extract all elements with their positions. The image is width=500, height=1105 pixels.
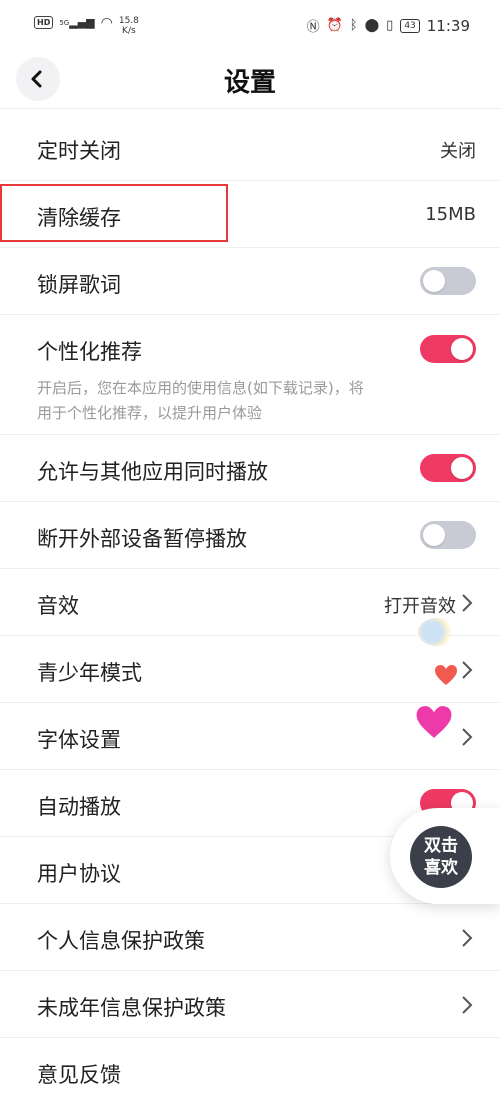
row-label: 音效 [37, 594, 79, 618]
bubble-decoration [418, 618, 454, 646]
wifi-icon: ◠ [100, 15, 113, 31]
row-label: 未成年信息保护政策 [37, 996, 226, 1020]
row-timer-off[interactable]: 定时关闭 关闭 [0, 114, 500, 181]
signal-icon: 5G▂▄▆ [59, 16, 95, 29]
row-teen-mode[interactable]: 青少年模式 [0, 636, 500, 703]
row-label: 字体设置 [37, 728, 121, 752]
row-label: 个性化推荐 [37, 340, 142, 364]
lockscreen-lyrics-toggle[interactable] [420, 267, 476, 295]
heart-icon [416, 706, 452, 738]
page-header: 设置 [0, 50, 500, 109]
hd-badge: HD [34, 16, 54, 29]
location-icon: ⬤ [364, 18, 380, 33]
concurrent-playback-toggle[interactable] [420, 454, 476, 482]
like-badge-line1: 双击 [424, 836, 458, 856]
toggle-knob [451, 338, 473, 360]
row-label: 定时关闭 [37, 139, 121, 163]
heart-icon [435, 665, 457, 685]
row-personalized-recommend: 个性化推荐 开启后，您在本应用的使用信息(如下载记录)，将用于个性化推荐，以提升… [0, 315, 500, 435]
toggle-knob [423, 270, 445, 292]
row-value: 关闭 [440, 141, 476, 162]
personalized-recommend-toggle[interactable] [420, 335, 476, 363]
chevron-right-icon [462, 594, 473, 612]
signal-label: 5G [59, 19, 70, 27]
toggle-knob [451, 457, 473, 479]
row-label: 允许与其他应用同时播放 [37, 460, 268, 484]
row-feedback[interactable]: 意见反馈 [0, 1038, 500, 1105]
row-disconnect-pause: 断开外部设备暂停播放 [0, 502, 500, 569]
row-label: 青少年模式 [37, 661, 142, 685]
row-label: 自动播放 [37, 795, 121, 819]
row-concurrent-playback: 允许与其他应用同时播放 [0, 435, 500, 502]
row-minor-privacy-policy[interactable]: 未成年信息保护政策 [0, 971, 500, 1038]
settings-list: 定时关闭 关闭 清除缓存 15MB 锁屏歌词 个性化推荐 开启后，您在本应用的使… [0, 114, 500, 1105]
nfc-icon: Ⓝ [306, 20, 320, 35]
row-value: 打开音效 [384, 596, 456, 617]
row-description: 开启后，您在本应用的使用信息(如下载记录)，将用于个性化推荐，以提升用户体验 [37, 379, 364, 422]
row-label: 断开外部设备暂停播放 [37, 527, 247, 551]
chevron-right-icon [462, 996, 473, 1014]
page-title: 设置 [223, 68, 276, 98]
disconnect-pause-toggle[interactable] [420, 521, 476, 549]
clock: 11:39 [426, 16, 470, 35]
bluetooth-icon: ᛒ [349, 18, 358, 33]
row-label: 个人信息保护政策 [37, 929, 205, 953]
alarm-icon: ⏰ [326, 18, 343, 33]
vibrate-icon: ▯ [386, 18, 394, 33]
like-badge: 双击 喜欢 [410, 826, 472, 888]
row-label: 锁屏歌词 [37, 273, 121, 297]
row-lockscreen-lyrics: 锁屏歌词 [0, 248, 500, 315]
network-speed: 15.8 K/s [118, 16, 139, 36]
highlight-box [0, 184, 228, 242]
status-bar: HD 5G▂▄▆ ◠ 15.8 K/s Ⓝ ⏰ ᛒ ⬤ ▯ 43 11:39 [0, 0, 500, 50]
chevron-right-icon [462, 929, 473, 947]
chevron-right-icon [462, 661, 473, 679]
like-badge-line2: 喜欢 [424, 858, 458, 878]
row-privacy-policy[interactable]: 个人信息保护政策 [0, 904, 500, 971]
row-label: 用户协议 [37, 862, 121, 886]
row-value: 15MB [425, 204, 476, 225]
battery-icon: 43 [400, 18, 420, 33]
toggle-knob [423, 524, 445, 546]
chevron-right-icon [462, 728, 473, 746]
row-label: 意见反馈 [37, 1063, 121, 1087]
double-tap-like-button[interactable]: 双击 喜欢 [390, 808, 500, 904]
